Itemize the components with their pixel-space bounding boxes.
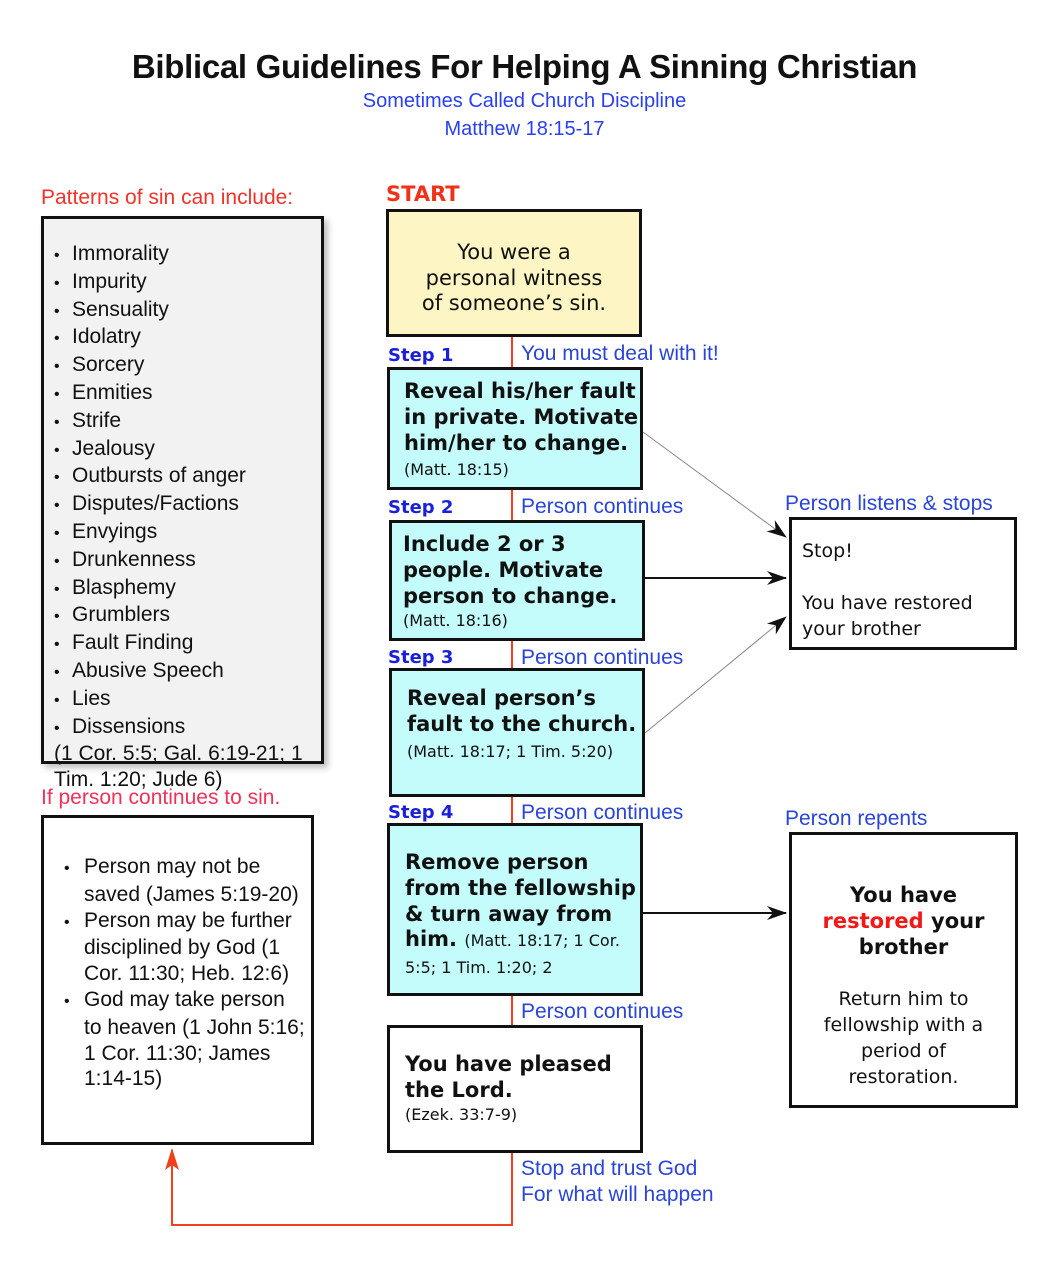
consequences-heading: If person continues to sin.	[41, 786, 281, 809]
step-1-label: Step 1	[388, 345, 454, 366]
step-4-connector-label: Person continues	[521, 801, 684, 824]
sin-item: Outbursts of anger	[54, 463, 311, 491]
stop-box: Stop! You have restored your brother	[789, 517, 1017, 650]
sin-item: Disputes/Factions	[54, 491, 311, 519]
step-1-text: Reveal his/her fault in private. Motivat…	[404, 379, 639, 455]
step-3-reference: (Matt. 18:17; 1 Tim. 5:20)	[407, 741, 614, 761]
sin-item: Blasphemy	[54, 575, 311, 603]
connector-line-step3-step4	[511, 796, 513, 825]
start-box-text: You were a personal witness of someone’s…	[421, 240, 607, 315]
step-2-box: Include 2 or 3 people. Motivate person t…	[389, 520, 645, 641]
start-label: START	[386, 182, 460, 206]
step-3-box: Reveal person’s fault to the church. (Ma…	[389, 668, 645, 797]
step-2-connector-label: Person continues	[521, 495, 684, 518]
page-title: Biblical Guidelines For Helping A Sinnin…	[131, 48, 918, 85]
arrow-step1-to-stop	[642, 431, 787, 538]
consequence-item: Person may not be saved (James 5:19-20)	[56, 854, 305, 908]
sins-heading: Patterns of sin can include:	[41, 186, 294, 209]
sin-item: Sensuality	[54, 297, 311, 325]
step-4-label: Step 4	[388, 802, 454, 823]
consequence-text: God may take person to heaven (1 John 5:…	[84, 987, 305, 1091]
listens-label: Person listens & stops	[785, 492, 993, 515]
repents-heading: You have restored your brother	[792, 883, 1015, 960]
step-4-box: Remove person from the fellowship & turn…	[387, 823, 643, 996]
sin-item: Strife	[54, 408, 311, 436]
step-3-text: Reveal person’s fault to the church.	[407, 686, 637, 736]
repents-heading-pre: You have	[849, 883, 958, 907]
repents-heading-highlight: restored	[822, 908, 924, 933]
connector-line-start-step1	[511, 337, 513, 367]
step-2-reference: (Matt. 18:16)	[403, 611, 508, 631]
sin-item: Dissensions	[54, 714, 311, 742]
page-subtitle: Sometimes Called Church Discipline	[362, 90, 687, 112]
arrow-up-head-icon	[165, 1148, 179, 1170]
sin-item: Grumblers	[54, 602, 311, 630]
trust-god-label-line1: Stop and trust God	[521, 1157, 698, 1180]
sin-item: Fault Finding	[54, 630, 311, 658]
step-3-connector-label: Person continues	[521, 646, 684, 669]
sin-item: Jealousy	[54, 436, 311, 464]
connector-line-step2-step3	[511, 640, 513, 669]
arrow-step3-to-stop	[644, 616, 787, 734]
consequence-text: Person may be further disciplined by God…	[84, 908, 292, 986]
sins-list: ImmoralityImpuritySensualityIdolatrySorc…	[54, 241, 311, 741]
step-1-box: Reveal his/her fault in private. Motivat…	[387, 367, 643, 490]
scripture-reference: Matthew 18:15-17	[444, 118, 605, 140]
consequence-item: Person may be further disciplined by God…	[56, 908, 305, 987]
repents-box: You have restored your brother Return hi…	[789, 832, 1018, 1108]
trust-god-label-line2: For what will happen	[521, 1183, 714, 1206]
consequence-text: Person may not be saved (James 5:19-20)	[84, 855, 299, 906]
sin-item: Lies	[54, 686, 311, 714]
repents-body: Return him to fellowship with a period o…	[823, 988, 984, 1089]
sin-item: Envyings	[54, 519, 311, 547]
connector-line-step4-pleased	[511, 995, 513, 1025]
sin-item: Abusive Speech	[54, 658, 311, 686]
consequence-item: God may take person to heaven (1 John 5:…	[56, 987, 305, 1092]
sins-list-box: ImmoralityImpuritySensualityIdolatrySorc…	[41, 216, 324, 791]
step-3-label: Step 3	[388, 647, 454, 668]
repents-label: Person repents	[785, 807, 928, 830]
connector-line-step1-step2	[511, 489, 513, 521]
pleased-lord-reference: (Ezek. 33:7-9)	[405, 1104, 518, 1124]
step-1-reference: (Matt. 18:15)	[404, 460, 509, 480]
pleased-lord-heading: You have pleased the Lord.	[405, 1052, 612, 1102]
step-2-text: Include 2 or 3 people. Motivate person t…	[403, 532, 618, 608]
sin-item: Immorality	[54, 241, 311, 269]
sin-item: Drunkenness	[54, 547, 311, 575]
sin-item: Idolatry	[54, 324, 311, 352]
restored-text: You have restored your brother	[802, 592, 973, 640]
final-connector-label: Person continues	[521, 1000, 684, 1023]
sin-item: Enmities	[54, 380, 311, 408]
arrow-loop-to-consequences	[171, 1150, 513, 1226]
stop-text: Stop!	[802, 540, 853, 562]
sin-item: Sorcery	[54, 352, 311, 380]
step-2-label: Step 2	[388, 497, 454, 518]
consequences-box: Person may not be saved (James 5:19-20)P…	[41, 815, 314, 1145]
sin-item: Impurity	[54, 269, 311, 297]
start-box: You were a personal witness of someone’s…	[386, 209, 642, 337]
step-1-connector-label: You must deal with it!	[521, 342, 719, 365]
consequences-list: Person may not be saved (James 5:19-20)P…	[56, 854, 305, 1092]
pleased-lord-box: You have pleased the Lord. (Ezek. 33:7-9…	[387, 1025, 643, 1153]
